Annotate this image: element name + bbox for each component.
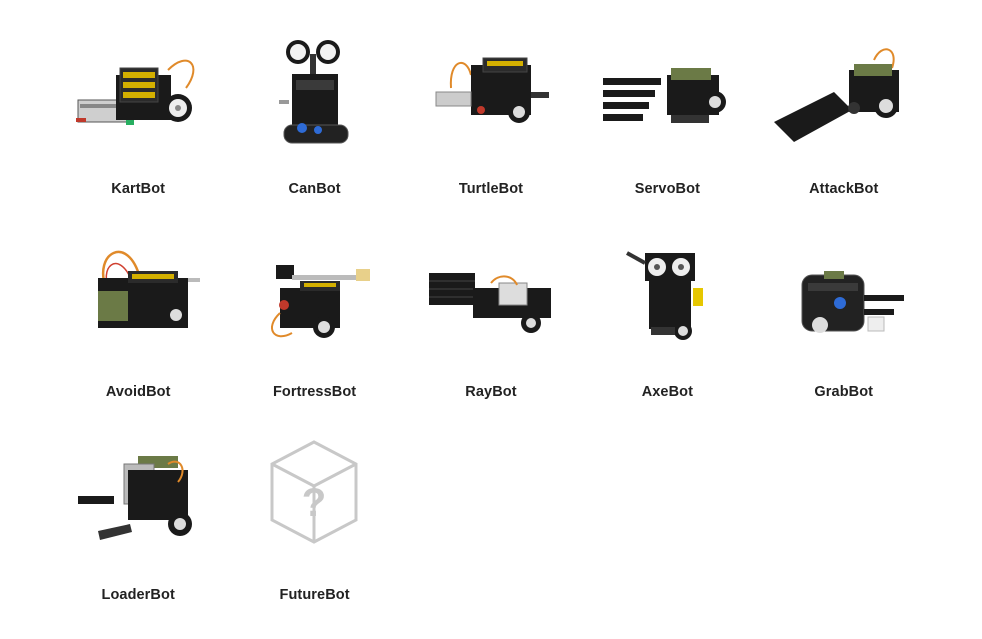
robot-name: KartBot (111, 181, 166, 197)
robot-card-grabbot[interactable]: GrabBot (756, 233, 932, 436)
robot-name: RayBot (465, 384, 517, 400)
canbot-image (244, 30, 384, 155)
robot-name: AttackBot (809, 181, 879, 197)
turtlebot-image (421, 30, 561, 155)
robot-name: AxeBot (641, 384, 694, 400)
robot-card-canbot[interactable]: CanBot (226, 30, 402, 233)
fortressbot-image (244, 233, 384, 358)
robot-card-axebot[interactable]: AxeBot (579, 233, 755, 436)
robot-gallery: KartBot CanBot TurtleBot ServoBot Attack… (50, 30, 932, 639)
axebot-image (597, 233, 737, 358)
robot-card-kartbot[interactable]: KartBot (50, 30, 226, 233)
loaderbot-image (68, 436, 208, 561)
robot-card-servobot[interactable]: ServoBot (579, 30, 755, 233)
robot-name: FutureBot (279, 587, 350, 603)
robot-card-loaderbot[interactable]: LoaderBot (50, 436, 226, 639)
robot-card-turtlebot[interactable]: TurtleBot (403, 30, 579, 233)
servobot-image (597, 30, 737, 155)
robot-name: ServoBot (634, 181, 700, 197)
grabbot-image (774, 233, 914, 358)
robot-card-futurebot[interactable]: ? FutureBot (226, 436, 402, 639)
robot-card-raybot[interactable]: RayBot (403, 233, 579, 436)
robot-card-fortressbot[interactable]: FortressBot (226, 233, 402, 436)
robot-name: LoaderBot (101, 587, 175, 603)
svg-text:?: ? (302, 481, 326, 525)
robot-name: TurtleBot (458, 181, 524, 197)
avoidbot-image (68, 233, 208, 358)
robot-card-attackbot[interactable]: AttackBot (756, 30, 932, 233)
raybot-image (421, 233, 561, 358)
robot-name: AvoidBot (105, 384, 171, 400)
robot-name: GrabBot (814, 384, 874, 400)
attackbot-image (773, 30, 914, 155)
robot-name: CanBot (288, 181, 341, 197)
question-cube-icon: ? (244, 436, 384, 561)
robot-name: FortressBot (272, 384, 357, 400)
robot-card-avoidbot[interactable]: AvoidBot (50, 233, 226, 436)
kartbot-image (68, 30, 208, 155)
